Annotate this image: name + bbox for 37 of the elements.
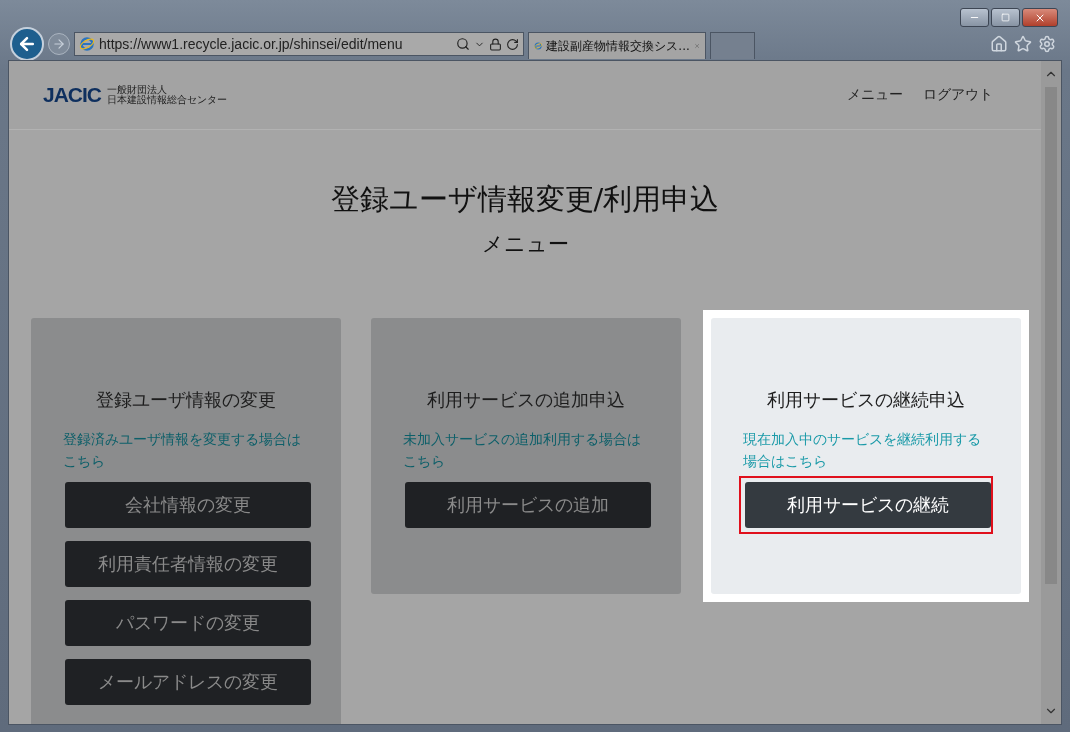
- forward-button[interactable]: [48, 33, 70, 55]
- nav-link[interactable]: メニュー: [847, 86, 903, 104]
- menu-button[interactable]: メールアドレスの変更: [65, 659, 311, 705]
- logo-mark[interactable]: JACIC: [43, 83, 101, 107]
- new-tab-button[interactable]: [710, 32, 755, 59]
- page-title: 登録ユーザ情報変更/利用申込: [329, 181, 721, 218]
- browser-logo-icon: [79, 36, 95, 52]
- card-link[interactable]: 現在加入中のサービスを継続利用する場合はこちら: [743, 428, 989, 472]
- forward-arrow-icon: [52, 37, 66, 51]
- address-text: https://www1.recycle.jacic.or.jp/shinsei/edit/menu: [99, 36, 404, 52]
- settings-icon[interactable]: [1038, 35, 1056, 53]
- maximize-button[interactable]: [991, 8, 1020, 27]
- menu-button[interactable]: 会社情報の変更: [65, 482, 311, 528]
- menu-button[interactable]: 利用責任者情報の変更: [65, 541, 311, 587]
- card-title: 登録ユーザ情報の変更: [95, 388, 277, 412]
- tab-title: 建設副産物情報交換シス...: [546, 37, 690, 55]
- browser-tab[interactable]: 建設副産物情報交換シス...: [528, 32, 706, 59]
- address-bar[interactable]: https://www1.recycle.jacic.or.jp/shinsei/edit/menu: [74, 32, 524, 56]
- menu-button[interactable]: 利用サービスの追加: [405, 482, 651, 528]
- menu-button[interactable]: 利用サービスの継続: [745, 482, 991, 528]
- card-title: 利用サービスの継続申込: [766, 388, 966, 412]
- card-title: 利用サービスの追加申込: [426, 388, 626, 412]
- star-icon[interactable]: [1014, 35, 1032, 53]
- home-icon[interactable]: [990, 35, 1008, 53]
- menu-button[interactable]: パスワードの変更: [65, 600, 311, 646]
- minimize-button[interactable]: [960, 8, 989, 27]
- maximize-icon: [1001, 13, 1010, 22]
- refresh-icon[interactable]: [506, 37, 519, 51]
- nav-link[interactable]: ログアウト: [923, 86, 993, 104]
- back-button[interactable]: [10, 27, 44, 61]
- lock-icon: [489, 37, 502, 51]
- close-button[interactable]: [1022, 8, 1058, 27]
- scrollbar[interactable]: [1041, 61, 1061, 724]
- logo-text: 一般財団法人: [107, 85, 167, 95]
- search-icon[interactable]: [456, 37, 470, 51]
- page-subtitle: メニュー: [480, 231, 570, 258]
- logo-text: 日本建設情報総合センター: [107, 95, 227, 105]
